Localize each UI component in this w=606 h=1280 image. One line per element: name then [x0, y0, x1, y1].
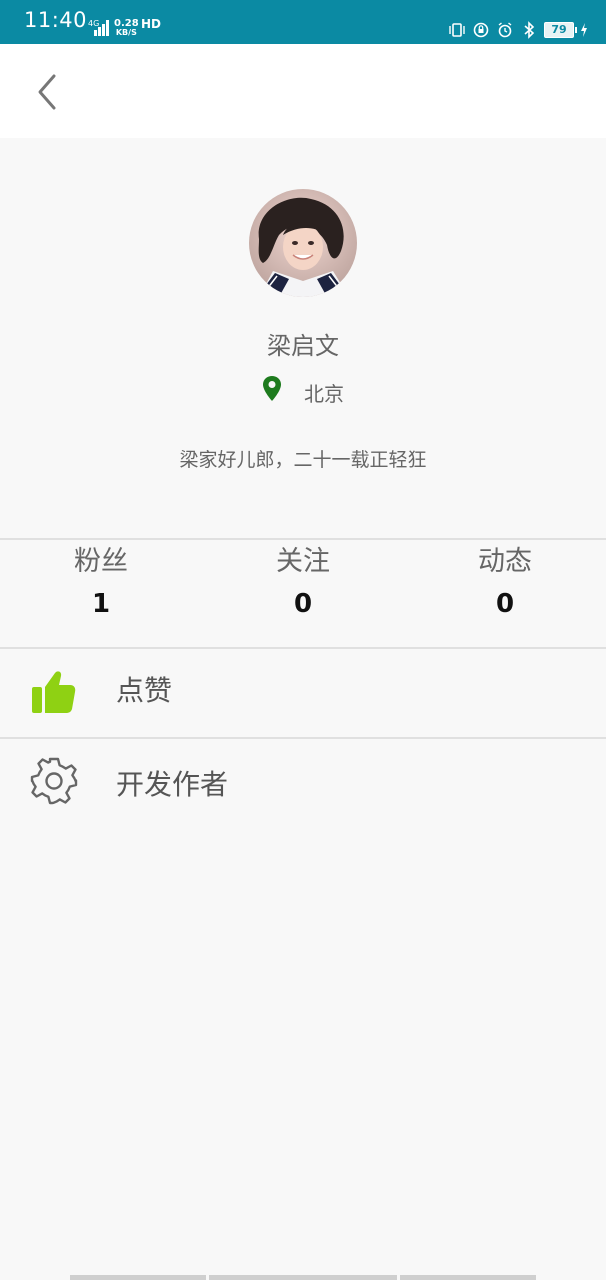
- stat-following[interactable]: 关注 0: [202, 542, 404, 624]
- hd-label: HD: [141, 17, 162, 31]
- stat-label: 粉丝: [74, 546, 128, 577]
- thumbs-up-icon: [32, 671, 76, 713]
- rotation-lock-icon: [472, 21, 490, 39]
- stat-value: 0: [495, 589, 515, 619]
- speed-unit: KB/S: [115, 28, 137, 37]
- location-text: 北京: [304, 382, 344, 406]
- bluetooth-icon: [520, 21, 538, 39]
- menu-item-developer[interactable]: 开发作者: [0, 739, 606, 827]
- charging-icon: [580, 21, 588, 39]
- stat-value: 0: [293, 589, 313, 619]
- profile-bio: 梁家好儿郎，二十一载正轻狂: [179, 449, 427, 471]
- alarm-icon: [496, 21, 514, 39]
- signal-icon: [92, 20, 110, 36]
- stat-followers[interactable]: 粉丝 1: [0, 542, 202, 624]
- stat-label: 关注: [276, 546, 330, 577]
- status-icons: 79: [448, 20, 588, 40]
- network-speed: 0.28 KB/S: [114, 19, 139, 38]
- avatar[interactable]: [249, 189, 357, 297]
- top-nav: [0, 44, 606, 138]
- divider: [0, 538, 606, 540]
- menu-item-likes[interactable]: 点赞: [0, 649, 606, 737]
- stat-posts[interactable]: 动态 0: [404, 542, 606, 624]
- menu-label-developer: 开发作者: [116, 768, 229, 801]
- avatar-photo: [249, 189, 357, 297]
- status-bar: 11:40 4G 0.28 KB/S HD 79: [0, 0, 606, 44]
- menu-label-likes: 点赞: [116, 674, 173, 707]
- location-pin-icon: [263, 376, 281, 401]
- status-time: 11:40: [24, 8, 88, 32]
- stat-label: 动态: [478, 546, 532, 577]
- chevron-left-icon: [38, 74, 56, 110]
- bottom-indicator: [70, 1275, 206, 1280]
- stat-value: 1: [91, 589, 111, 619]
- profile-name: 梁启文: [267, 332, 339, 360]
- back-button[interactable]: [28, 70, 68, 114]
- bottom-indicator: [209, 1275, 397, 1280]
- battery-icon: 79: [544, 22, 577, 38]
- vibrate-icon: [448, 21, 466, 39]
- bottom-indicator: [400, 1275, 536, 1280]
- gear-icon: [30, 757, 78, 805]
